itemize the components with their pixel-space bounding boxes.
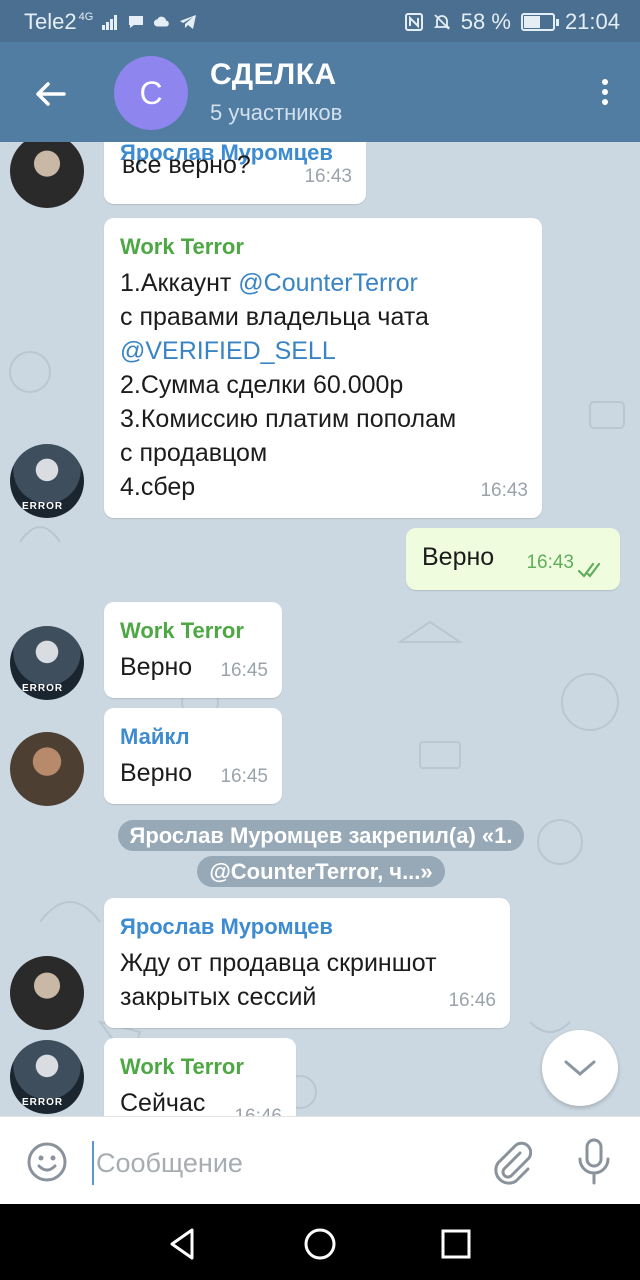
scroll-to-bottom-button[interactable] [542, 1030, 618, 1106]
battery-percent: 58 % [460, 9, 511, 34]
mute-bell-icon [433, 14, 450, 30]
message-bubble[interactable]: Work Terror Верно 16:45 [104, 602, 282, 698]
double-check-icon [578, 562, 601, 578]
message-bubble[interactable]: Work Terror Сейчас 16:46 [104, 1038, 296, 1116]
message-line: 3.Комиссию платим пополам [120, 402, 526, 436]
line-text: с правами владельца чата [120, 303, 429, 331]
message-sender: Майкл [120, 724, 190, 749]
carrier-label: Tele2 [24, 9, 77, 34]
chevron-down-icon [564, 1060, 596, 1076]
more-options-icon[interactable] [598, 76, 612, 110]
network-label: 4G [78, 11, 94, 23]
message-text: Верно [422, 543, 495, 571]
message-text: закрытых сессий [120, 983, 317, 1011]
line-text: 4.сбер [120, 473, 196, 501]
chat-header: С СДЕЛКА 5 участников [0, 42, 640, 142]
paperclip-icon[interactable] [490, 1139, 532, 1185]
nav-home-icon[interactable] [300, 1224, 340, 1264]
nav-recents-icon[interactable] [436, 1224, 476, 1264]
message-input[interactable] [92, 1141, 472, 1185]
message-bubble[interactable]: Майкл Верно 16:45 [104, 708, 282, 804]
outgoing-message-bubble[interactable]: Верно 16:43 [406, 528, 620, 590]
message-time: 16:43 [304, 166, 352, 187]
message-sender: Ярослав Муромцев [120, 914, 333, 939]
message-time: 16:46 [234, 1100, 282, 1116]
message-time: 16:43 [526, 552, 574, 573]
message-time: 16:43 [480, 480, 528, 501]
message-list[interactable]: Ярослав Муромцев все верно? 16:43 ERROR … [0, 142, 640, 1116]
back-arrow-icon[interactable] [30, 74, 70, 114]
avatar-work-terror[interactable]: ERROR [10, 626, 84, 700]
signal-icon [102, 15, 118, 30]
line-text: 1.Аккаунт [120, 269, 239, 297]
message-composer [0, 1116, 640, 1204]
battery-icon [520, 13, 559, 31]
cloud-icon [154, 16, 170, 27]
message-sender: Work Terror [120, 1054, 244, 1079]
mention-link[interactable]: @VERIFIED_SELL [120, 337, 336, 365]
message-line: с правами владельца чата [120, 300, 526, 334]
chat-bubble-icon [129, 16, 144, 28]
avatar-work-terror[interactable]: ERROR [10, 444, 84, 518]
participants-count[interactable]: 5 участников [210, 100, 342, 126]
android-nav-bar [0, 1204, 640, 1280]
mention-link[interactable]: @CounterTerror [238, 269, 418, 297]
message-sender: Work Terror [120, 234, 244, 259]
line-text: с продавцом [120, 439, 268, 467]
emoji-icon[interactable] [26, 1141, 68, 1183]
microphone-icon[interactable] [576, 1137, 612, 1187]
nfc-icon [404, 13, 423, 31]
nav-back-icon[interactable] [162, 1224, 202, 1264]
message-line: 1.Аккаунт @CounterTerror [120, 266, 526, 300]
message-line: @VERIFIED_SELL [120, 334, 526, 368]
telegram-icon [180, 15, 197, 29]
message-bubble[interactable]: Ярослав Муромцев все верно? 16:43 [104, 142, 366, 204]
message-line: 4.сбер [120, 470, 526, 504]
pinned-service-message[interactable]: Ярослав Муромцев закрепил(а) «1. @Counte… [98, 818, 544, 890]
line-text: 3.Комиссию платим пополам [120, 405, 457, 433]
avatar-work-terror[interactable]: ERROR [10, 1040, 84, 1114]
message-text: Жду от продавца скриншот [120, 949, 437, 977]
message-sender: Work Terror [120, 618, 244, 643]
message-text: 1.Аккаунт @CounterTerror с правами владел… [120, 266, 526, 504]
message-bubble[interactable]: Ярослав Муромцев Жду от продавца скриншо… [104, 898, 510, 1028]
avatar-maikl[interactable] [10, 732, 84, 806]
message-line: 2.Сумма сделки 60.000р [120, 368, 526, 402]
avatar-yaroslav[interactable] [10, 956, 84, 1030]
message-time: 16:45 [220, 766, 268, 787]
message-time: 16:46 [448, 990, 496, 1011]
group-avatar[interactable]: С [114, 56, 188, 130]
message-time: 16:45 [220, 660, 268, 681]
message-text: все верно? [122, 151, 251, 179]
status-bar: Tele2 4G 58 % 21:04 [0, 0, 640, 42]
line-text: 2.Сумма сделки 60.000р [120, 371, 404, 399]
chat-title[interactable]: СДЕЛКА [210, 58, 337, 92]
message-line: с продавцом [120, 436, 526, 470]
message-bubble[interactable]: Work Terror 1.Аккаунт @CounterTerror с пр… [104, 218, 542, 518]
clock: 21:04 [564, 9, 620, 34]
service-text: Ярослав Муромцев закрепил(а) «1. @Counte… [117, 820, 525, 887]
